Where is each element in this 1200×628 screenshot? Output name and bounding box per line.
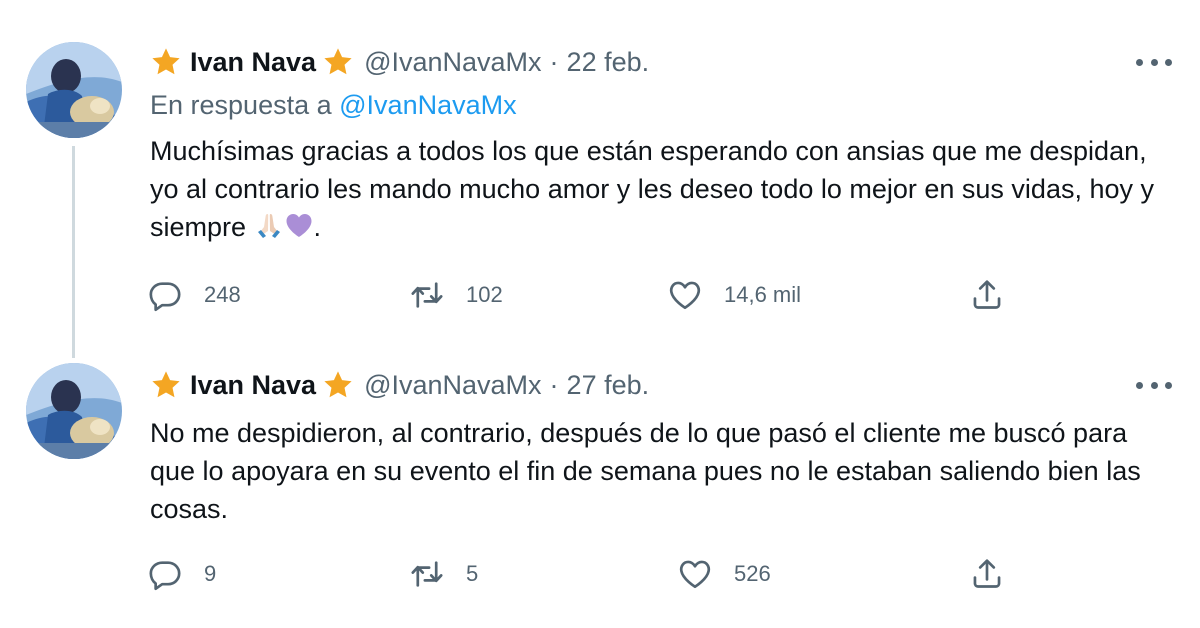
folded-hands-icon <box>254 210 284 240</box>
share-icon <box>970 557 1004 591</box>
separator-dot: · <box>549 369 559 400</box>
separator-dot: · <box>549 46 559 77</box>
reply-to-mention[interactable]: @IvanNavaMx <box>339 90 516 120</box>
reply-button[interactable]: 9 <box>148 557 216 591</box>
star-icon <box>150 369 182 401</box>
like-button[interactable]: 526 <box>678 557 771 591</box>
reply-icon <box>148 278 182 312</box>
heart-icon <box>678 557 712 591</box>
tweet-text-suffix: . <box>313 212 322 242</box>
author-handle[interactable]: @IvanNavaMx <box>364 47 541 78</box>
more-options-icon[interactable] <box>1136 52 1172 72</box>
share-icon <box>970 278 1004 312</box>
heart-icon <box>668 278 702 312</box>
retweet-icon <box>410 557 444 591</box>
avatar[interactable] <box>26 42 122 138</box>
star-icon <box>322 369 354 401</box>
tweet-date[interactable]: 27 feb. <box>567 370 650 401</box>
star-icon <box>150 46 182 78</box>
tweet[interactable]: Ivan Nava @IvanNavaMx · 22 feb. En respu… <box>0 0 1200 355</box>
retweet-count: 5 <box>466 561 479 586</box>
tweet-header: Ivan Nava @IvanNavaMx · 22 feb. <box>150 42 649 82</box>
tweet-date[interactable]: 22 feb. <box>567 47 650 78</box>
reply-button[interactable]: 248 <box>148 278 241 312</box>
author-name[interactable]: Ivan Nava <box>190 370 316 401</box>
author-name[interactable]: Ivan Nava <box>190 47 316 78</box>
reply-to-line: En respuesta a @IvanNavaMx <box>150 90 517 121</box>
retweet-count: 102 <box>466 282 503 307</box>
like-count: 14,6 mil <box>724 282 802 307</box>
tweet[interactable]: Ivan Nava @IvanNavaMx · 27 feb. No me de… <box>0 355 1200 628</box>
like-button[interactable]: 14,6 mil <box>668 278 801 312</box>
author-handle[interactable]: @IvanNavaMx <box>364 370 541 401</box>
reply-count: 9 <box>204 561 217 586</box>
tweet-text: No me despidieron, al contrario, después… <box>150 414 1160 528</box>
like-count: 526 <box>734 561 771 586</box>
star-icon <box>322 46 354 78</box>
tweet-header: Ivan Nava @IvanNavaMx · 27 feb. <box>150 365 649 405</box>
retweet-button[interactable]: 102 <box>410 278 503 312</box>
reply-count: 248 <box>204 282 241 307</box>
tweet-text: Muchísimas gracias a todos los que están… <box>150 132 1160 246</box>
avatar[interactable] <box>26 363 122 459</box>
reply-to-prefix: En respuesta a <box>150 90 332 120</box>
retweet-button[interactable]: 5 <box>410 557 478 591</box>
retweet-icon <box>410 278 444 312</box>
share-button[interactable] <box>970 278 1004 312</box>
reply-icon <box>148 557 182 591</box>
purple-heart-icon <box>284 210 314 240</box>
share-button[interactable] <box>970 557 1004 591</box>
tweet-text-body: No me despidieron, al contrario, después… <box>150 418 1141 524</box>
more-options-icon[interactable] <box>1136 375 1172 395</box>
tweet-actions: 248 102 14,6 mil <box>0 278 1200 318</box>
tweet-actions: 9 5 526 <box>0 557 1200 597</box>
